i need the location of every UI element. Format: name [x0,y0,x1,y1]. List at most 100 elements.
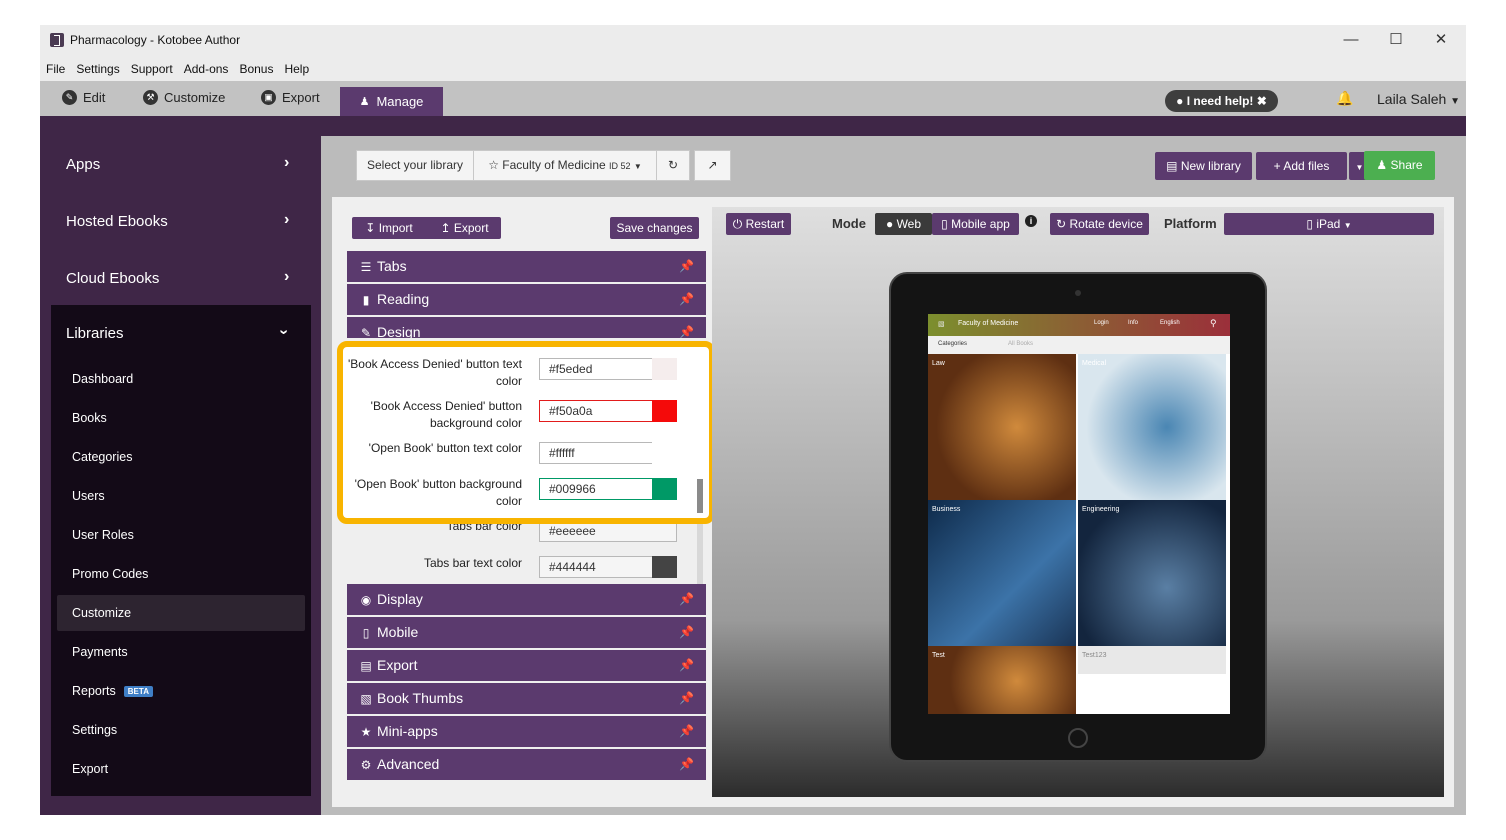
chevron-right-icon[interactable]: › [284,268,289,286]
help-button[interactable]: ● I need help! ✖ [1165,90,1278,112]
sidebar-item-user-roles[interactable]: User Roles [72,528,134,542]
sidebar-item-apps[interactable]: Apps [66,156,100,173]
add-files-button[interactable]: + Add files [1256,152,1347,180]
pin-icon[interactable]: 📌 [679,617,694,648]
sidebar-item-payments[interactable]: Payments [72,645,128,659]
search-icon[interactable]: ⚲ [1210,318,1217,329]
section-advanced[interactable]: ⚙ Advanced 📌 [347,749,706,780]
external-link-icon: ↗ [707,158,718,172]
sidebar-item-books[interactable]: Books [72,411,107,425]
minimize-button[interactable]: — [1336,30,1366,50]
field-label-tabs-bar-text-color: Tabs bar text color [423,556,522,570]
share-label: Share [1390,158,1423,172]
sidebar-item-dashboard[interactable]: Dashboard [72,372,133,386]
menu-support[interactable]: Support [125,55,178,76]
category-tile-test123[interactable]: Test123 [1078,646,1226,674]
pencil-icon: ✎ [62,90,77,105]
category-label-test123: Test123 [1082,652,1107,659]
save-changes-button[interactable]: Save changes [610,217,699,239]
import-button[interactable]: ↧ Import [352,217,426,239]
menu-bonus[interactable]: Bonus [233,55,278,76]
denied-bg-color-swatch[interactable] [652,400,677,422]
tab-categories[interactable]: Categories [938,341,967,347]
pin-icon[interactable]: 📌 [679,749,694,780]
nav-language[interactable]: English [1160,320,1180,326]
tab-edit[interactable]: ✎ Edit [62,90,105,105]
chevron-right-icon[interactable]: › [284,154,289,172]
pin-icon[interactable]: 📌 [679,716,694,747]
maximize-button[interactable]: ☐ [1381,30,1411,50]
mode-web-label: Web [896,217,922,231]
sidebar-item-libraries[interactable]: Libraries [66,325,124,342]
category-tile-business[interactable]: Business [928,500,1076,646]
export-label: Export [453,221,489,235]
mode-mobile-app-button[interactable]: ▯ Mobile app [932,213,1019,235]
pin-icon[interactable]: 📌 [679,584,694,615]
open-text-color-swatch[interactable] [652,442,677,464]
pin-icon[interactable]: 📌 [679,650,694,681]
tabs-bar-text-color-swatch[interactable] [652,556,677,578]
home-button[interactable] [1068,728,1088,748]
bell-icon[interactable]: 🔔 [1336,90,1353,107]
sidebar-item-promo-codes[interactable]: Promo Codes [72,567,148,581]
rotate-device-button[interactable]: ↻ Rotate device [1050,213,1149,235]
library-id: ID 52 [609,161,631,171]
tab-export[interactable]: ▣ Export [261,90,320,105]
open-bg-color-swatch[interactable] [652,478,677,500]
open-external-button[interactable]: ↗ [694,150,731,181]
sidebar-item-users[interactable]: Users [72,489,105,503]
refresh-button[interactable]: ↻ [656,150,690,181]
sidebar-item-customize[interactable]: Customize [72,606,131,620]
section-display[interactable]: ◉ Display 📌 [347,584,706,615]
pin-icon[interactable]: 📌 [679,284,694,315]
denied-text-color-swatch[interactable] [652,358,677,380]
user-menu[interactable]: Laila Saleh ▼ [1377,91,1460,107]
category-tile-engineering[interactable]: Engineering [1078,500,1226,646]
section-advanced-label: Advanced [377,756,440,772]
wrench-icon: ⚒ [143,90,158,105]
export-button[interactable]: ↥ Export [428,217,501,239]
sidebar-item-categories[interactable]: Categories [72,450,132,464]
tab-manage[interactable]: ♟ Manage [340,87,443,116]
caret-down-icon: ▼ [1343,221,1352,230]
section-reading[interactable]: ▮ Reading 📌 [347,284,706,315]
close-button[interactable]: ✕ [1426,30,1456,50]
new-library-button[interactable]: ▤ New library [1155,152,1252,180]
menu-help[interactable]: Help [278,55,314,76]
mode-web-button[interactable]: ● Web [875,213,932,235]
category-tile-medical[interactable]: Medical [1078,354,1226,500]
nav-login[interactable]: Login [1094,320,1109,326]
chevron-right-icon[interactable]: › [284,211,289,229]
pin-icon[interactable]: 📌 [679,683,694,714]
nav-info[interactable]: Info [1128,320,1138,326]
section-reading-label: Reading [377,291,430,307]
platform-dropdown[interactable]: ▯ iPad ▼ [1224,213,1434,235]
section-mini-apps[interactable]: ★ Mini-apps 📌 [347,716,706,747]
menu-addons[interactable]: Add-ons [178,55,234,76]
pin-icon[interactable]: 📌 [679,251,694,282]
share-button[interactable]: ♟ Share [1364,151,1435,180]
library-dropdown[interactable]: ☆ Faculty of Medicine ID 52 ▼ [473,150,657,181]
tab-customize[interactable]: ⚒ Customize [143,90,225,105]
export-icon: ▣ [261,90,276,105]
info-icon[interactable]: i [1025,215,1037,227]
section-tabs-label: Tabs [377,258,407,274]
sidebar-item-reports[interactable]: Reports BETA [72,684,153,698]
section-export[interactable]: ▤ Export 📌 [347,650,706,681]
chevron-down-icon[interactable]: › [275,329,293,334]
category-tile-test[interactable]: Test [928,646,1076,714]
sidebar-item-cloud-ebooks[interactable]: Cloud Ebooks [66,270,159,287]
field-label-denied-bg-color: 'Book Access Denied' button background c… [370,399,522,430]
sidebar-item-settings[interactable]: Settings [72,723,117,737]
menu-settings[interactable]: Settings [70,55,124,76]
section-book-thumbs[interactable]: ▧ Book Thumbs 📌 [347,683,706,714]
section-tabs[interactable]: ☰ Tabs 📌 [347,251,706,282]
section-mobile[interactable]: ▯ Mobile 📌 [347,617,706,648]
restart-button[interactable]: ⏻ Restart [726,213,791,235]
tab-all-books[interactable]: All Books [1008,341,1033,347]
scrollbar-thumb[interactable] [697,479,703,513]
category-tile-law[interactable]: Law [928,354,1076,500]
menu-file[interactable]: File [40,55,70,76]
sidebar-item-hosted-ebooks[interactable]: Hosted Ebooks [66,213,168,230]
sidebar-item-export[interactable]: Export [72,762,108,776]
